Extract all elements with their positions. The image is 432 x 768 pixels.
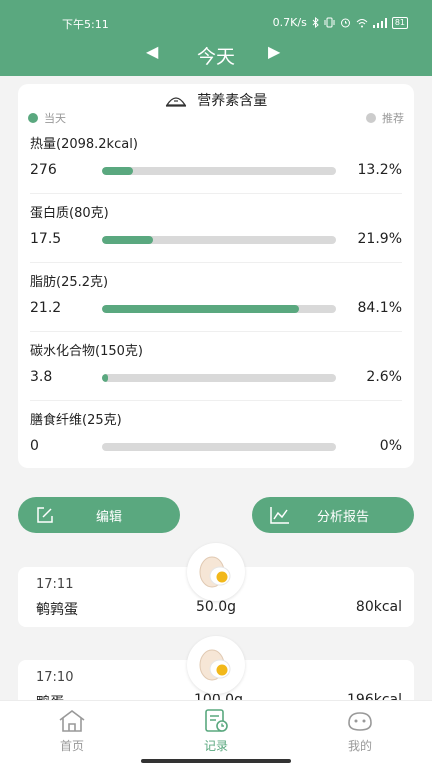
nutrient-percent: 2.6% <box>366 369 402 385</box>
tab-home-label: 首页 <box>59 739 84 753</box>
row-divider <box>30 331 402 332</box>
header: 下午5:11 0.7K/s 81 ◀ 今天 ▶ <box>0 0 432 76</box>
legend-recommended-dot <box>366 113 376 123</box>
tab-mine[interactable]: 我的 <box>324 709 396 754</box>
alarm-icon <box>340 18 350 28</box>
nutrient-label: 碳水化合物(150克) <box>30 344 143 359</box>
nutrient-value: 276 <box>30 162 57 178</box>
bottom-tab-bar: 首页 记录 我的 <box>0 700 432 768</box>
meal-time: 17:11 <box>36 577 74 592</box>
edit-icon <box>37 507 53 523</box>
nutrient-value: 3.8 <box>30 369 53 385</box>
row-divider <box>30 193 402 194</box>
food-thumbnail <box>187 543 245 601</box>
date-navigator: ◀ 今天 ▶ <box>0 40 432 70</box>
tab-record-label: 记录 <box>203 739 228 753</box>
nutrient-label: 蛋白质(80克) <box>30 206 109 221</box>
nutrient-row-fiber: 膳食纤维(25克) 0 0% <box>18 400 414 468</box>
meal-food-name: 鹌鹑蛋 <box>36 602 78 618</box>
meal-weight: 50.0g <box>195 599 237 615</box>
meal-time: 17:10 <box>36 670 74 685</box>
next-day-button[interactable]: ▶ <box>268 42 280 61</box>
row-divider <box>30 400 402 401</box>
nutrient-value: 17.5 <box>30 231 62 247</box>
nutrient-progress-fill <box>102 236 154 244</box>
home-icon <box>59 710 85 732</box>
nutrient-progress-track <box>102 305 336 313</box>
status-bar: 下午5:11 0.7K/s 81 <box>0 14 432 32</box>
battery-indicator: 81 <box>391 16 408 29</box>
status-time: 下午5:11 <box>62 18 109 31</box>
nutrient-percent: 21.9% <box>357 231 402 247</box>
net-speed: 0.7K/s <box>272 16 307 29</box>
covered-dish-icon <box>165 97 186 107</box>
row-divider <box>30 262 402 263</box>
egg-icon <box>199 556 231 588</box>
meal-calories: 80kcal <box>355 599 402 615</box>
page-title: 今天 <box>196 46 235 68</box>
signal-icon <box>372 17 387 28</box>
nutrient-percent: 0% <box>379 438 402 454</box>
nutrient-progress-track <box>102 236 336 244</box>
nutrient-progress-fill <box>102 374 109 382</box>
tab-home[interactable]: 首页 <box>36 709 108 754</box>
profile-face-icon <box>348 712 372 731</box>
nutrient-percent: 13.2% <box>357 162 402 178</box>
egg-icon <box>199 649 231 681</box>
tab-mine-label: 我的 <box>347 739 372 753</box>
nutrient-progress-fill <box>102 305 299 313</box>
nutrition-card: 营养素含量 当天 推荐 热量(2098.2kcal) 276 13.2% 蛋白质… <box>18 84 414 468</box>
food-thumbnail <box>187 636 245 694</box>
nutrient-row-fat: 脂肪(25.2克) 21.2 84.1% <box>18 262 414 330</box>
nutrient-progress-track <box>102 374 336 382</box>
nutrient-row-carbohydrate: 碳水化合物(150克) 3.8 2.6% <box>18 331 414 399</box>
nutrient-value: 0 <box>30 438 39 454</box>
nutrient-progress-track <box>102 443 336 451</box>
nutrient-label: 膳食纤维(25克) <box>30 413 122 428</box>
vibrate-icon <box>324 17 335 28</box>
bluetooth-icon <box>312 17 319 28</box>
nutrient-value: 21.2 <box>30 300 62 316</box>
nutrient-row-energy: 热量(2098.2kcal) 276 13.2% <box>18 124 414 192</box>
nutrient-row-protein: 蛋白质(80克) 17.5 21.9% <box>18 193 414 261</box>
chart-icon <box>270 507 289 524</box>
legend-today-dot <box>28 113 38 123</box>
nutrient-label: 脂肪(25.2克) <box>30 275 109 290</box>
nutrition-title: 营养素含量 <box>197 93 268 109</box>
nutrient-percent: 84.1% <box>357 300 402 316</box>
nutrient-progress-fill <box>102 167 133 175</box>
analysis-report-button[interactable]: 分析报告 <box>252 497 414 533</box>
nutrient-progress-track <box>102 167 336 175</box>
home-indicator <box>141 759 291 763</box>
wifi-icon <box>356 18 368 27</box>
nutrient-label: 热量(2098.2kcal) <box>30 137 138 152</box>
edit-button[interactable]: 编辑 <box>18 497 180 533</box>
record-icon <box>205 709 228 732</box>
tab-record[interactable]: 记录 <box>180 709 252 754</box>
status-icons: 0.7K/s 81 <box>273 16 408 29</box>
nutrition-card-header: 营养素含量 <box>18 90 414 110</box>
